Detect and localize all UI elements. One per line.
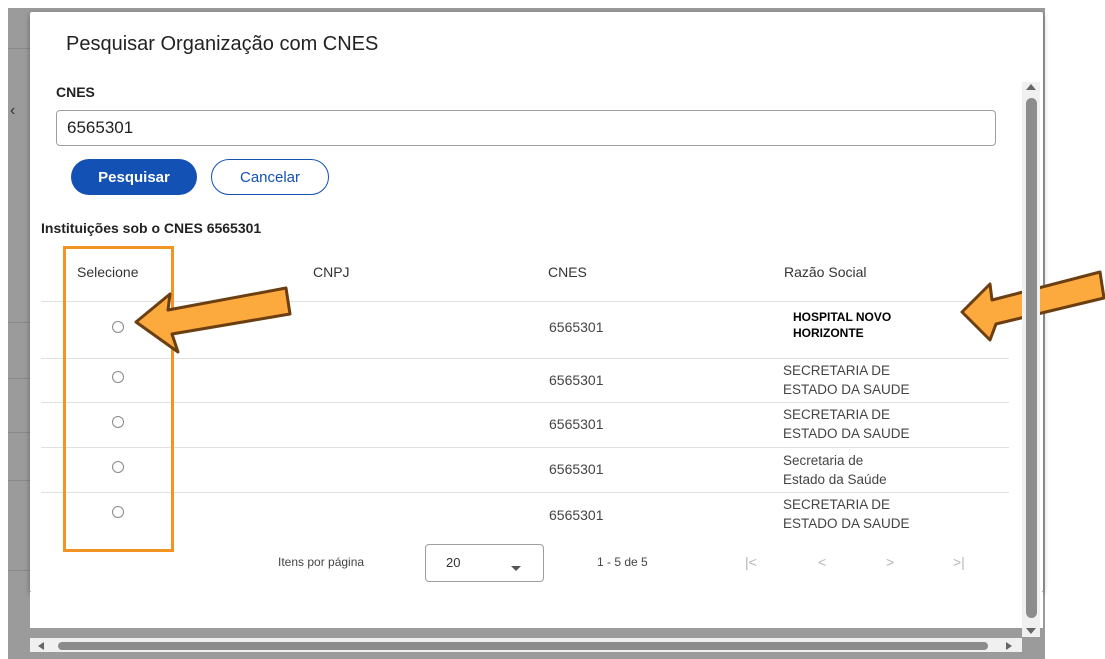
cell-razao-social: Secretaria de Estado da Saúde <box>783 451 983 489</box>
dialog-title: Pesquisar Organização com CNES <box>66 33 379 55</box>
razao-line: SECRETARIA DE <box>783 497 891 512</box>
horizontal-scroll-thumb[interactable] <box>58 642 988 650</box>
scroll-left-arrow-icon[interactable] <box>38 642 44 650</box>
cancel-button[interactable]: Cancelar <box>211 159 329 195</box>
cnes-input[interactable] <box>56 110 996 146</box>
razao-line: ESTADO DA SAUDE <box>783 426 910 441</box>
page-size-value: 20 <box>446 555 461 570</box>
results-title: Instituições sob o CNES 6565301 <box>41 220 262 236</box>
cnes-label: CNES <box>56 84 95 100</box>
razao-line: SECRETARIA DE <box>783 407 891 422</box>
caret-down-icon <box>511 566 521 571</box>
razao-line: ESTADO DA SAUDE <box>783 382 910 397</box>
cell-razao-social: SECRETARIA DE ESTADO DA SAUDE <box>783 495 983 533</box>
cell-cnes: 6565301 <box>549 416 604 432</box>
cell-razao-social: SECRETARIA DE ESTADO DA SAUDE <box>783 361 983 399</box>
scroll-up-arrow-icon[interactable] <box>1026 84 1036 90</box>
next-page-button[interactable]: > <box>886 554 894 570</box>
dialog-lower-area <box>30 592 1043 628</box>
items-per-page-label: Itens por página <box>278 555 365 569</box>
cell-cnes: 6565301 <box>549 372 604 388</box>
razao-line: ESTADO DA SAUDE <box>783 516 910 531</box>
previous-page-button[interactable]: < <box>818 554 826 570</box>
razao-line: Estado da Saúde <box>783 472 887 487</box>
page-range-label: 1 - 5 de 5 <box>597 555 648 569</box>
vertical-scroll-thumb[interactable] <box>1026 98 1037 618</box>
cell-cnes: 6565301 <box>549 461 604 477</box>
back-chevron-icon[interactable]: ‹ <box>10 102 15 120</box>
cell-razao-social: SECRETARIA DE ESTADO DA SAUDE <box>783 405 983 443</box>
first-page-button[interactable]: |< <box>745 554 757 570</box>
annotation-arrow-left-icon <box>134 286 292 354</box>
column-header-cnpj[interactable]: CNPJ <box>313 264 350 280</box>
cell-cnes: 6565301 <box>549 507 604 523</box>
razao-line: Secretaria de <box>783 453 864 468</box>
row-divider <box>41 402 1009 403</box>
search-button[interactable]: Pesquisar <box>71 159 197 195</box>
column-header-cnes[interactable]: CNES <box>548 264 587 280</box>
scroll-right-arrow-icon[interactable] <box>1006 642 1012 650</box>
row-divider <box>41 447 1009 448</box>
page-size-select[interactable] <box>425 544 544 582</box>
last-page-button[interactable]: >| <box>953 554 965 570</box>
razao-line: SECRETARIA DE <box>783 363 891 378</box>
row-divider <box>41 492 1009 493</box>
scroll-down-arrow-icon[interactable] <box>1026 628 1036 634</box>
column-header-razao-social[interactable]: Razão Social <box>784 264 867 280</box>
cell-cnes: 6565301 <box>549 319 604 335</box>
